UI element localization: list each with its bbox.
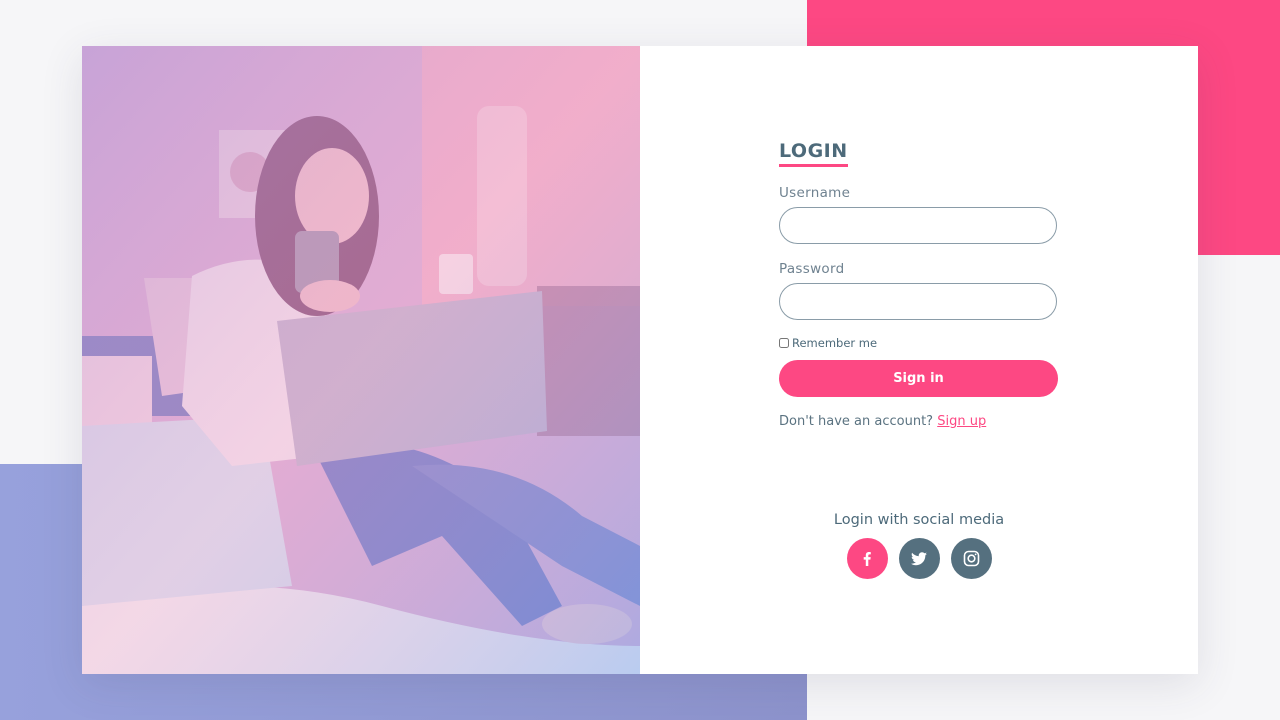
password-label: Password bbox=[779, 261, 845, 277]
password-input[interactable] bbox=[779, 283, 1057, 320]
remember-me[interactable]: Remember me bbox=[779, 336, 1059, 350]
hero-photo bbox=[82, 46, 640, 674]
login-title: LOGIN bbox=[779, 140, 848, 167]
social-icons bbox=[779, 538, 1059, 579]
twitter-button[interactable] bbox=[898, 538, 940, 579]
login-form: LOGIN Username Password Remember me Sign… bbox=[779, 140, 1059, 429]
sign-up-link[interactable]: Sign up bbox=[937, 414, 986, 429]
instagram-button[interactable] bbox=[950, 538, 992, 579]
instagram-icon bbox=[963, 550, 979, 567]
login-card: LOGIN Username Password Remember me Sign… bbox=[82, 46, 1198, 674]
remember-me-label: Remember me bbox=[792, 336, 878, 350]
sign-in-button[interactable]: Sign in bbox=[779, 360, 1058, 397]
facebook-icon bbox=[863, 551, 871, 566]
username-label: Username bbox=[779, 185, 851, 201]
username-input[interactable] bbox=[779, 207, 1057, 244]
signup-row: Don't have an account? Sign up bbox=[779, 414, 1059, 429]
twitter-icon bbox=[911, 551, 927, 565]
social-login: Login with social media bbox=[779, 512, 1059, 579]
remember-me-checkbox[interactable] bbox=[779, 338, 789, 348]
no-account-text: Don't have an account? bbox=[779, 414, 934, 429]
social-title: Login with social media bbox=[833, 512, 1005, 528]
facebook-button[interactable] bbox=[846, 538, 888, 579]
